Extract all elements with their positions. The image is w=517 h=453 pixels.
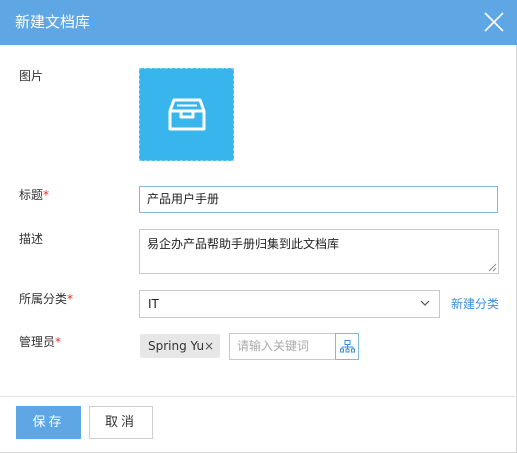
description-label-text: 描述 xyxy=(19,232,44,246)
org-chart-icon xyxy=(340,340,355,353)
image-upload[interactable] xyxy=(139,68,234,161)
keyword-placeholder: 请输入关键词 xyxy=(237,339,310,353)
admin-keyword-input[interactable]: 请输入关键词 xyxy=(229,333,336,360)
image-label: 图片 xyxy=(19,68,43,84)
chevron-down-icon xyxy=(420,300,430,306)
title-input[interactable]: 产品用户手册 xyxy=(139,186,498,213)
required-mark: * xyxy=(67,292,74,306)
title-input-value: 产品用户手册 xyxy=(147,192,220,206)
title-label-text: 标题 xyxy=(19,188,44,202)
dialog-header: 新建文档库 xyxy=(0,0,517,45)
dialog-title: 新建文档库 xyxy=(15,13,91,31)
save-button[interactable]: 保存 xyxy=(16,406,81,439)
new-category-link[interactable]: 新建分类 xyxy=(451,296,499,312)
admin-tag: Spring Yu × xyxy=(140,334,220,358)
new-document-library-dialog: 新建文档库 图片 标题* 产品用户手册 描述 易企办产品帮助手册归集到此文档库 xyxy=(0,0,517,453)
title-label: 标题* xyxy=(19,187,49,203)
close-icon[interactable] xyxy=(483,11,505,33)
category-select[interactable]: IT xyxy=(139,290,440,318)
footer-divider xyxy=(0,396,517,397)
admin-label: 管理员* xyxy=(19,334,61,350)
admin-tag-label: Spring Yu xyxy=(148,339,205,353)
remove-tag-icon[interactable]: × xyxy=(204,338,214,354)
description-value: 易企办产品帮助手册归集到此文档库 xyxy=(147,237,340,251)
resize-handle-icon[interactable] xyxy=(488,263,497,272)
category-label: 所属分类* xyxy=(19,291,73,307)
category-label-text: 所属分类 xyxy=(19,292,68,306)
admin-label-text: 管理员 xyxy=(19,335,56,349)
description-textarea[interactable]: 易企办产品帮助手册归集到此文档库 xyxy=(139,229,499,274)
description-label: 描述 xyxy=(19,231,43,247)
category-selected-value: IT xyxy=(148,297,159,311)
image-label-text: 图片 xyxy=(19,69,44,83)
inbox-tray-icon xyxy=(168,98,206,131)
required-mark: * xyxy=(43,188,50,202)
org-chart-button[interactable] xyxy=(335,333,359,360)
cancel-button[interactable]: 取消 xyxy=(89,406,153,439)
required-mark: * xyxy=(55,335,62,349)
